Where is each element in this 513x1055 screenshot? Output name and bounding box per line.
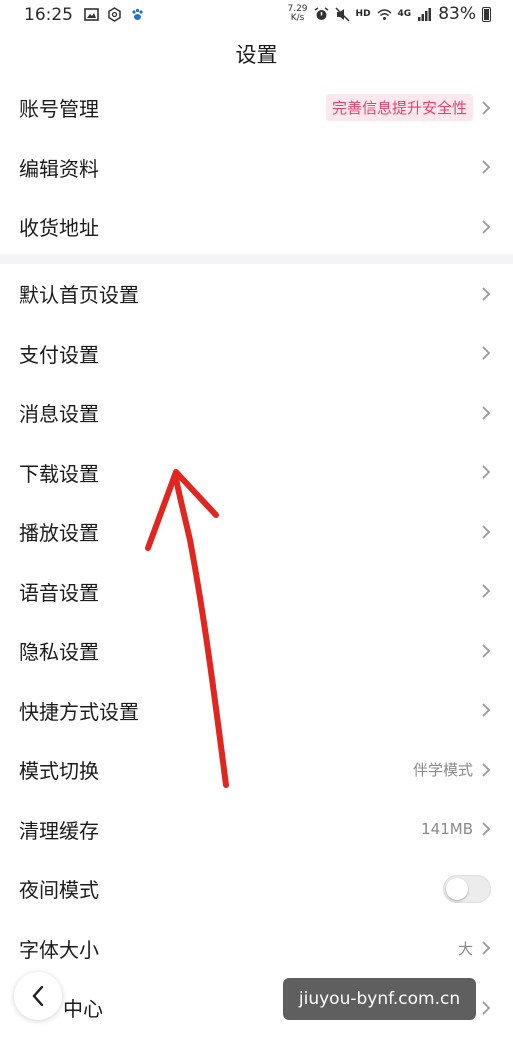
settings-row-default-home[interactable]: 默认首页设置	[0, 264, 513, 324]
settings-row-messages[interactable]: 消息设置	[0, 383, 513, 443]
status-system-icons: 7.29 K/s HD 4G 83%	[287, 4, 491, 24]
signal-type: 4G	[397, 9, 412, 19]
preferences-group: 默认首页设置 支付设置 消息设置 下载设置 播放设置 语音设置 隐私设置 快捷方…	[0, 264, 513, 1038]
watermark: jiuyou-bynf.com.cn	[283, 978, 476, 1020]
settings-row-address[interactable]: 收货地址	[0, 197, 513, 257]
row-label: 编辑资料	[19, 156, 99, 181]
status-notification-icons	[84, 7, 145, 22]
network-speed-unit: K/s	[290, 13, 305, 23]
chevron-right-icon	[482, 763, 491, 777]
row-label: 收货地址	[19, 216, 99, 241]
gallery-icon	[84, 8, 99, 21]
night-mode-toggle[interactable]	[443, 874, 491, 903]
battery-icon	[482, 6, 491, 22]
chevron-right-icon	[482, 644, 491, 658]
cell-signal-icon	[418, 7, 432, 21]
chevron-right-icon	[482, 101, 491, 115]
account-group: 账号管理 完善信息提升安全性 编辑资料 收货地址	[0, 78, 513, 257]
row-value: 大	[457, 939, 473, 958]
chevron-right-icon	[482, 584, 491, 598]
row-label: 隐私设置	[19, 640, 99, 665]
row-label: 字体大小	[19, 937, 99, 962]
chevron-right-icon	[482, 406, 491, 420]
row-label: 夜间模式	[19, 878, 99, 903]
row-label: 播放设置	[19, 521, 99, 546]
settings-row-privacy[interactable]: 隐私设置	[0, 621, 513, 681]
toggle-knob	[446, 877, 468, 900]
chevron-right-icon	[482, 941, 491, 955]
settings-row-night-mode: 夜间模式	[0, 859, 513, 919]
settings-row-mode-switch[interactable]: 模式切换 伴学模式	[0, 740, 513, 800]
chevron-right-icon	[482, 822, 491, 836]
alarm-icon	[314, 6, 328, 20]
settings-row-font-size[interactable]: 字体大小 大	[0, 919, 513, 979]
row-value: 141MB	[421, 820, 473, 839]
chevron-right-icon	[482, 525, 491, 539]
chevron-right-icon	[482, 703, 491, 717]
chevron-left-icon	[32, 985, 44, 1007]
security-hint-badge: 完善信息提升安全性	[325, 94, 473, 122]
settings-row-voice[interactable]: 语音设置	[0, 562, 513, 622]
back-button[interactable]	[14, 972, 62, 1020]
network-speed: 7.29 K/s	[287, 5, 307, 23]
row-label: 账号管理	[19, 97, 99, 122]
row-label: 模式切换	[19, 759, 99, 784]
settings-row-account[interactable]: 账号管理 完善信息提升安全性	[0, 78, 513, 138]
chevron-right-icon	[482, 160, 491, 174]
row-value: 伴学模式	[412, 761, 473, 780]
mute-icon	[335, 6, 350, 22]
settings-screen: 16:25 7.29 K/s HD 4G 83% 设置 账号管理 完善信息提升安…	[0, 0, 513, 1055]
chevron-right-icon	[482, 220, 491, 234]
row-label: 清理缓存	[19, 818, 99, 843]
wifi-icon	[377, 8, 392, 20]
status-time: 16:25	[24, 5, 73, 25]
settings-hex-icon	[108, 7, 121, 22]
settings-row-edit-profile[interactable]: 编辑资料	[0, 138, 513, 198]
page-title: 设置	[235, 43, 278, 67]
settings-row-playback[interactable]: 播放设置	[0, 502, 513, 562]
row-label: 消息设置	[19, 402, 99, 427]
paw-app-icon	[132, 8, 143, 20]
header: 设置	[0, 32, 513, 78]
settings-row-clear-cache[interactable]: 清理缓存 141MB	[0, 800, 513, 860]
settings-row-shortcut[interactable]: 快捷方式设置	[0, 681, 513, 741]
row-label: 默认首页设置	[19, 283, 139, 308]
group-divider	[0, 254, 513, 264]
battery-percent: 83%	[438, 4, 476, 24]
chevron-right-icon	[482, 465, 491, 479]
chevron-right-icon	[482, 287, 491, 301]
row-label: 支付设置	[19, 342, 99, 367]
hd-indicator: HD	[355, 9, 371, 19]
row-label: 语音设置	[19, 580, 99, 605]
row-label: 快捷方式设置	[19, 699, 139, 724]
settings-row-download[interactable]: 下载设置	[0, 443, 513, 503]
settings-row-payment[interactable]: 支付设置	[0, 324, 513, 384]
chevron-right-icon	[482, 1001, 491, 1015]
row-label: 下载设置	[19, 461, 99, 486]
status-bar: 16:25 7.29 K/s HD 4G 83%	[0, 0, 513, 32]
chevron-right-icon	[482, 346, 491, 360]
